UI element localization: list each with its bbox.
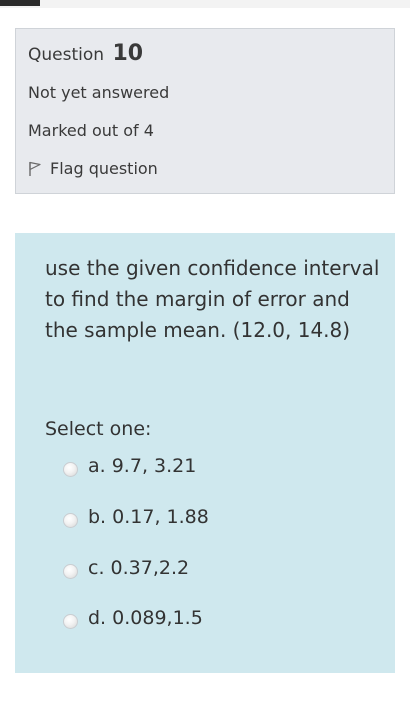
radio-button-b[interactable]: [63, 512, 78, 528]
flag-question-label: Flag question: [50, 159, 158, 178]
answer-status: Not yet answered: [28, 83, 170, 102]
question-heading: Question 10: [28, 41, 143, 66]
radio-button-c[interactable]: [63, 563, 78, 579]
question-info-panel: Question 10 Not yet answered Marked out …: [15, 28, 395, 194]
answer-option-label: b. 0.17, 1.88: [88, 506, 209, 528]
answer-option-label: a. 9.7, 3.21: [88, 455, 197, 477]
flag-question-link[interactable]: Flag question: [28, 159, 158, 178]
question-label: Question: [28, 45, 105, 65]
top-strip: [0, 0, 410, 8]
question-panel: use the given confidence interval to fin…: [15, 233, 395, 673]
answer-option-label: c. 0.37,2.2: [88, 557, 190, 579]
question-text: use the given confidence interval to fin…: [45, 256, 380, 342]
radio-button-a[interactable]: [63, 461, 78, 477]
top-bar-accent: [0, 0, 40, 6]
answer-option-d[interactable]: d. 0.089,1.5: [63, 607, 203, 629]
answer-option-c[interactable]: c. 0.37,2.2: [63, 557, 189, 579]
flag-icon: [28, 161, 42, 177]
marks-info: Marked out of 4: [28, 121, 154, 140]
question-number: 10: [112, 41, 144, 66]
select-one-prompt: Select one:: [45, 418, 152, 440]
answer-option-label: d. 0.089,1.5: [88, 607, 203, 629]
answer-option-a[interactable]: a. 9.7, 3.21: [63, 455, 196, 477]
radio-button-d[interactable]: [63, 613, 78, 629]
answer-option-b[interactable]: b. 0.17, 1.88: [63, 506, 209, 528]
